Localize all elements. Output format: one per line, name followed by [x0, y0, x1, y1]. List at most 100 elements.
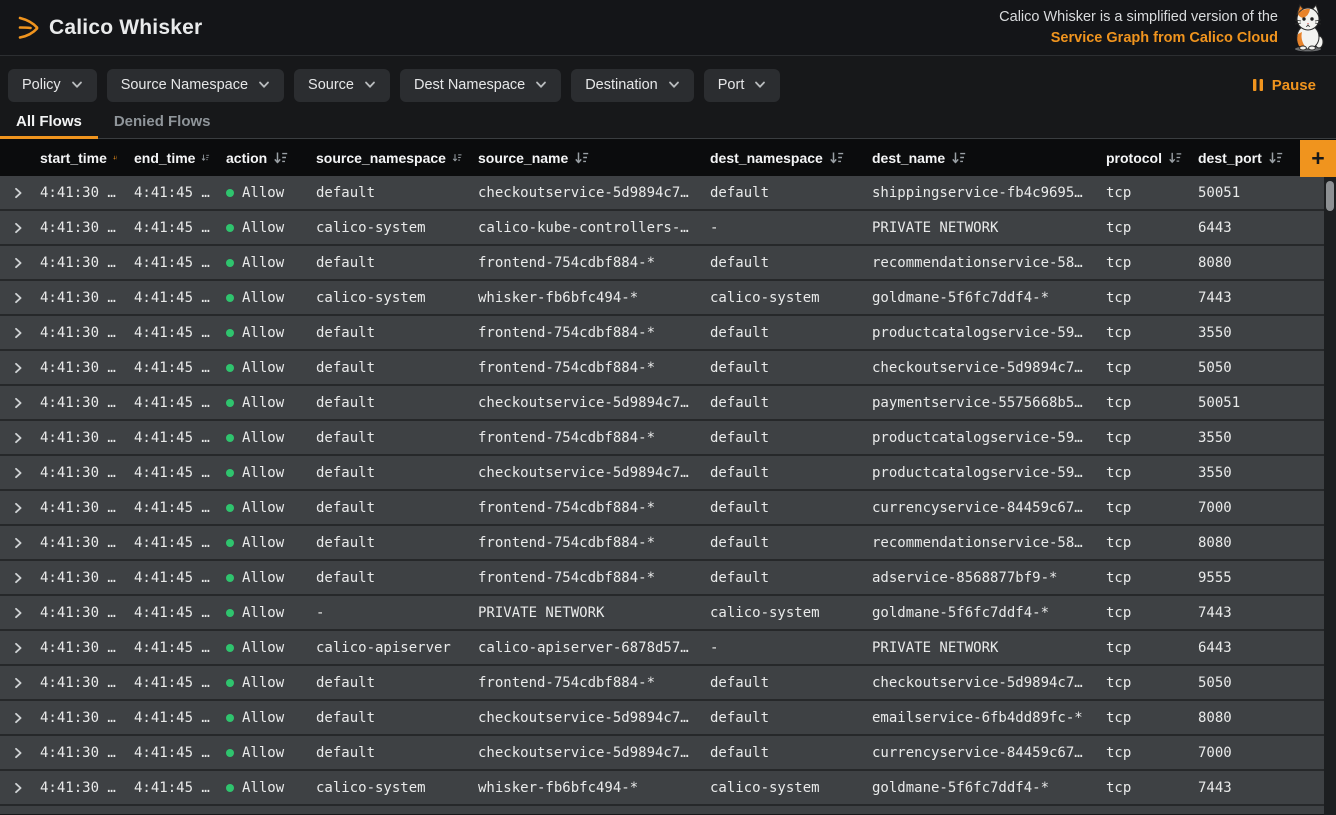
plus-icon: +: [1311, 145, 1324, 172]
chevron-right-icon[interactable]: [13, 747, 23, 759]
row-expander[interactable]: [0, 712, 24, 724]
cell-dest-name: productcatalogservice-59…: [856, 325, 1090, 341]
cell-dest-port: 7443: [1182, 605, 1292, 621]
chevron-right-icon[interactable]: [13, 572, 23, 584]
filter-button-destination[interactable]: Destination: [571, 69, 694, 102]
calico-cat-mascot: [1286, 4, 1330, 52]
row-expander[interactable]: [0, 432, 24, 444]
row-expander[interactable]: [0, 747, 24, 759]
row-expander[interactable]: [0, 607, 24, 619]
cell-start-time: 4:41:30 …: [24, 605, 118, 621]
table-row[interactable]: 4:41:30 …4:41:45 …Allowdefaultcheckoutse…: [0, 456, 1324, 491]
chevron-right-icon[interactable]: [13, 222, 23, 234]
row-expander[interactable]: [0, 292, 24, 304]
cell-start-time: 4:41:30 …: [24, 325, 118, 341]
table-row[interactable]: 4:41:30 …4:41:45 …Allowdefaultfrontend-7…: [0, 666, 1324, 701]
row-expander[interactable]: [0, 677, 24, 689]
row-expander[interactable]: [0, 502, 24, 514]
chevron-right-icon[interactable]: [13, 607, 23, 619]
scrollbar-thumb[interactable]: [1326, 181, 1334, 211]
column-header-dest_namespace[interactable]: dest_namespace: [694, 150, 856, 166]
chevron-right-icon[interactable]: [13, 327, 23, 339]
row-expander[interactable]: [0, 782, 24, 794]
cell-dest-port: 7443: [1182, 780, 1292, 796]
table-row[interactable]: 4:41:30 …4:41:45 …Allowdefaultfrontend-7…: [0, 316, 1324, 351]
chevron-right-icon[interactable]: [13, 362, 23, 374]
row-expander[interactable]: [0, 257, 24, 269]
table-row[interactable]: 4:41:30 …4:41:45 …Allowdefaultcheckoutse…: [0, 701, 1324, 736]
row-expander[interactable]: [0, 327, 24, 339]
cell-protocol: tcp: [1090, 500, 1182, 516]
column-header-action[interactable]: action: [210, 150, 300, 166]
row-expander[interactable]: [0, 572, 24, 584]
table-row[interactable]: 4:41:30 …4:41:45 …Allowdefaultcheckoutse…: [0, 386, 1324, 421]
filter-button-port[interactable]: Port: [704, 69, 781, 102]
chevron-right-icon[interactable]: [13, 537, 23, 549]
cell-dest-namespace: default: [694, 745, 856, 761]
cell-source-namespace: default: [300, 535, 462, 551]
chevron-right-icon[interactable]: [13, 467, 23, 479]
column-header-source_name[interactable]: source_name: [462, 150, 694, 166]
chevron-right-icon[interactable]: [13, 502, 23, 514]
row-expander[interactable]: [0, 642, 24, 654]
column-header-end_time[interactable]: end_time: [118, 150, 210, 166]
table-row[interactable]: 4:41:30 …4:41:45 …Allowcalico-systemwhis…: [0, 771, 1324, 806]
table-row[interactable]: 4:41:30 …4:41:45 …Allow-PRIVATE NETWORKc…: [0, 596, 1324, 631]
row-expander[interactable]: [0, 187, 24, 199]
table-row[interactable]: 4:41:30 …4:41:45 …Allowdefaultcheckoutse…: [0, 176, 1324, 211]
brand: Calico Whisker: [16, 13, 202, 43]
table-row[interactable]: 4:41:30 …4:41:45 …Allowcalico-systemcali…: [0, 211, 1324, 246]
cell-source-namespace: default: [300, 465, 462, 481]
column-header-protocol[interactable]: protocol: [1090, 150, 1182, 166]
row-expander[interactable]: [0, 467, 24, 479]
chevron-right-icon[interactable]: [13, 187, 23, 199]
column-header-label: dest_namespace: [710, 150, 823, 166]
filter-buttons: Policy Source Namespace Source Dest Namespa…: [8, 69, 780, 102]
table-scrollbar[interactable]: [1324, 177, 1336, 815]
add-column-button[interactable]: +: [1300, 140, 1336, 177]
row-expander[interactable]: [0, 397, 24, 409]
chevron-right-icon[interactable]: [13, 432, 23, 444]
allow-status-dot: [226, 469, 234, 477]
table-row[interactable]: 4:41:30 …4:41:45 …Allowcalico-apiserverc…: [0, 631, 1324, 666]
tab-all-flows[interactable]: All Flows: [0, 104, 98, 138]
action-label: Allow: [242, 360, 284, 376]
cell-dest-port: 8080: [1182, 535, 1292, 551]
chevron-right-icon[interactable]: [13, 642, 23, 654]
row-expander[interactable]: [0, 362, 24, 374]
table-row[interactable]: 4:41:30 …4:41:45 …Allowdefaultfrontend-7…: [0, 526, 1324, 561]
column-header-dest_port[interactable]: dest_port: [1182, 150, 1292, 166]
chevron-right-icon[interactable]: [13, 677, 23, 689]
pause-button[interactable]: Pause: [1252, 77, 1320, 94]
column-header-source_namespace[interactable]: source_namespace: [300, 150, 462, 166]
cell-dest-port: 7000: [1182, 745, 1292, 761]
tab-denied-flows[interactable]: Denied Flows: [98, 104, 227, 138]
chevron-right-icon[interactable]: [13, 782, 23, 794]
column-header-dest_name[interactable]: dest_name: [856, 150, 1090, 166]
cell-dest-namespace: calico-system: [694, 290, 856, 306]
top-banner: Calico Whisker Calico Whisker is a simpl…: [0, 0, 1336, 56]
table-row[interactable]: 4:41:30 …4:41:45 …Allowdefaultfrontend-7…: [0, 246, 1324, 281]
table-row[interactable]: 4:41:30 …4:41:45 …Allowdefaultfrontend-7…: [0, 561, 1324, 596]
cell-end-time: 4:41:45 …: [118, 395, 210, 411]
filter-button-source[interactable]: Source: [294, 69, 390, 102]
filter-button-policy[interactable]: Policy: [8, 69, 97, 102]
table-row[interactable]: 4:41:30 …4:41:45 …Allowdefaultfrontend-7…: [0, 491, 1324, 526]
filter-button-source-namespace[interactable]: Source Namespace: [107, 69, 284, 102]
row-expander[interactable]: [0, 537, 24, 549]
filter-button-dest-namespace[interactable]: Dest Namespace: [400, 69, 561, 102]
chevron-right-icon[interactable]: [13, 292, 23, 304]
table-row[interactable]: 4:41:30 …4:41:45 …Allowcalico-systemwhis…: [0, 281, 1324, 316]
table-header-row: start_timeend_timeactionsource_namespace…: [0, 139, 1336, 176]
column-header-start_time[interactable]: start_time: [24, 150, 118, 166]
table-row-partial[interactable]: [0, 806, 1324, 814]
row-expander[interactable]: [0, 222, 24, 234]
table-row[interactable]: 4:41:30 …4:41:45 …Allowdefaultfrontend-7…: [0, 421, 1324, 456]
chevron-right-icon[interactable]: [13, 712, 23, 724]
chevron-right-icon[interactable]: [13, 397, 23, 409]
service-graph-link[interactable]: Service Graph from Calico Cloud: [999, 28, 1278, 49]
table-row[interactable]: 4:41:30 …4:41:45 …Allowdefaultfrontend-7…: [0, 351, 1324, 386]
chevron-right-icon[interactable]: [13, 257, 23, 269]
table-row[interactable]: 4:41:30 …4:41:45 …Allowdefaultcheckoutse…: [0, 736, 1324, 771]
sort-descending-icon: [1268, 151, 1283, 164]
